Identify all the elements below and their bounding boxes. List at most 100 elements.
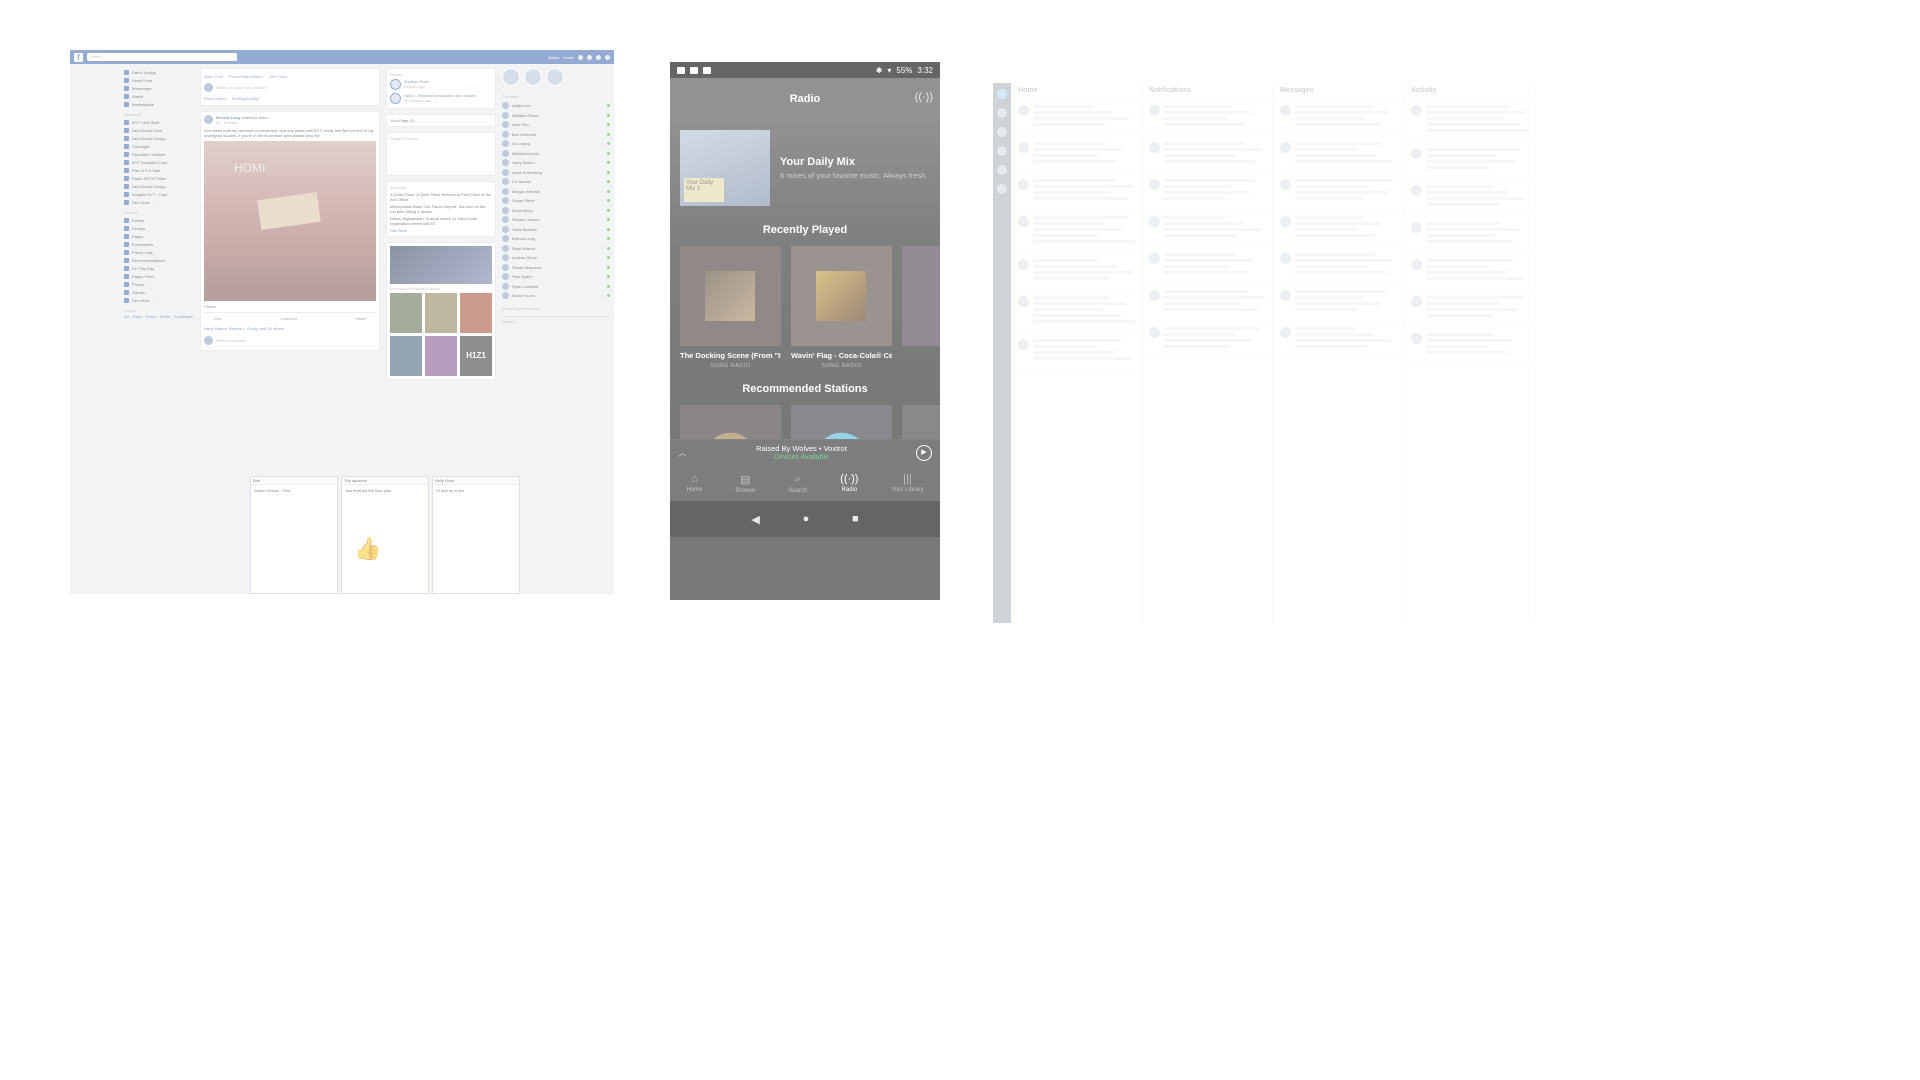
avatar[interactable] bbox=[1018, 179, 1029, 190]
facebook-logo-icon[interactable]: f bbox=[74, 52, 83, 62]
contact-item[interactable]: Susan Pinne bbox=[502, 196, 610, 206]
sidebar-item[interactable]: Messenger bbox=[124, 84, 194, 92]
post-action-button[interactable]: Comment bbox=[280, 316, 297, 321]
avatar[interactable] bbox=[1411, 148, 1422, 159]
composer-chip[interactable]: Feeling/Activity bbox=[232, 96, 259, 101]
explore-item[interactable]: Fundraisers bbox=[124, 240, 194, 248]
station-tile[interactable] bbox=[902, 405, 940, 439]
avatar[interactable] bbox=[1280, 179, 1291, 190]
comment-input[interactable]: Write a comment... bbox=[204, 333, 376, 347]
tab-search[interactable]: ⌕ Search bbox=[788, 473, 807, 494]
contact-item[interactable]: Alice Kim bbox=[502, 120, 610, 130]
tweet-item[interactable] bbox=[1405, 99, 1534, 142]
tweet-image[interactable] bbox=[1033, 240, 1135, 243]
contact-item[interactable]: Andrew Stone bbox=[502, 253, 610, 263]
tweet-item[interactable] bbox=[1143, 99, 1272, 136]
shortcuts-item[interactable]: New Media Desk bbox=[124, 126, 194, 134]
explore-item[interactable]: Events bbox=[124, 216, 194, 224]
trending-item[interactable]: Metropolitan Bank Cite Falcon Airport: S… bbox=[390, 204, 492, 214]
chat-search-input[interactable]: Search bbox=[502, 315, 610, 324]
avatar[interactable] bbox=[1280, 253, 1291, 264]
back-icon[interactable]: ◀ bbox=[751, 513, 759, 526]
tab-your-library[interactable]: ||| Your Library bbox=[891, 473, 923, 493]
avatar[interactable] bbox=[1149, 253, 1160, 264]
shortcuts-item[interactable]: NYT Accepted Cast bbox=[124, 158, 194, 166]
friend-requests-icon[interactable] bbox=[578, 54, 583, 60]
column-title[interactable]: Activity bbox=[1405, 83, 1534, 99]
avatar[interactable] bbox=[1411, 105, 1422, 116]
explore-item[interactable]: Pages Feed bbox=[124, 272, 194, 280]
recents-icon[interactable]: ■ bbox=[852, 513, 859, 525]
composer-input[interactable]: What's on your mind, Darch? bbox=[204, 80, 376, 94]
contact-item[interactable]: Ryan Lombard bbox=[502, 282, 610, 292]
compose-icon[interactable] bbox=[997, 108, 1007, 118]
recently-played-tile[interactable]: AR bbox=[902, 246, 940, 369]
explore-item[interactable]: See More... bbox=[124, 296, 194, 304]
avatar[interactable] bbox=[204, 115, 213, 124]
tweet-image[interactable]: FUTURE BLANK bbox=[1033, 320, 1135, 349]
tweet-item[interactable] bbox=[1012, 173, 1141, 210]
avatar[interactable] bbox=[1149, 105, 1160, 116]
explore-item[interactable]: Games bbox=[124, 288, 194, 296]
tweet-item[interactable] bbox=[1274, 247, 1403, 284]
game-tile[interactable] bbox=[425, 336, 457, 376]
composer-tab[interactable]: Photo/Video Album bbox=[229, 74, 263, 79]
chat-window-title[interactable]: Holly Rose bbox=[433, 477, 519, 485]
home-icon[interactable] bbox=[997, 146, 1007, 156]
story-item[interactable]: Marlene Rose 8 hours ago bbox=[390, 77, 492, 91]
explore-item[interactable]: On This Day bbox=[124, 264, 194, 272]
explore-item[interactable]: Recommendations bbox=[124, 256, 194, 264]
tab-radio[interactable]: ((·)) Radio bbox=[840, 473, 858, 493]
avatar[interactable] bbox=[1018, 339, 1029, 350]
tweet-item[interactable] bbox=[1012, 333, 1141, 370]
column-title[interactable]: Home bbox=[1012, 83, 1141, 99]
shortcuts-item[interactable]: Free & For Sale bbox=[124, 166, 194, 174]
avatar[interactable] bbox=[1280, 216, 1291, 227]
sidebar-profile[interactable]: Darch Ludiga bbox=[124, 68, 194, 76]
tweet-item[interactable] bbox=[1012, 136, 1141, 173]
chat-window[interactable]: Holly Rose I'll pick up a few bbox=[432, 476, 520, 594]
avatar[interactable] bbox=[1149, 179, 1160, 190]
avatar[interactable] bbox=[1411, 259, 1422, 270]
search-icon[interactable] bbox=[997, 127, 1007, 137]
tweet-item[interactable] bbox=[1274, 136, 1403, 173]
tab-home[interactable]: ⌂ Home bbox=[686, 473, 702, 493]
post-action-button[interactable]: Like bbox=[214, 316, 221, 321]
game-hero-image[interactable] bbox=[390, 246, 492, 284]
tweet-item[interactable] bbox=[1274, 99, 1403, 136]
tweetdeck-logo-icon[interactable] bbox=[997, 89, 1007, 99]
post-link-title[interactable]: Hiiamz bbox=[204, 304, 376, 309]
avatar[interactable] bbox=[1018, 296, 1029, 307]
help-icon[interactable] bbox=[605, 54, 610, 60]
contact-item[interactable]: Ben Holcomb bbox=[502, 130, 610, 140]
your-pages-card[interactable]: Your Page (1) bbox=[386, 114, 496, 127]
contact-item[interactable]: DJ Jacobs bbox=[502, 177, 610, 187]
contact-item[interactable]: Harry Barton bbox=[502, 158, 610, 168]
avatar[interactable] bbox=[1280, 290, 1291, 301]
avatar[interactable] bbox=[1149, 327, 1160, 338]
tab-browse[interactable]: ▤ Browse bbox=[735, 473, 755, 494]
contact-item[interactable]: Anna Rosenberg bbox=[502, 168, 610, 178]
tweet-image[interactable] bbox=[1426, 129, 1528, 132]
contact-item[interactable]: Brenda Long bbox=[502, 234, 610, 244]
recently-played-tile[interactable]: Wavin' Flag - Coca-Cola® Celebrati... SON… bbox=[791, 246, 892, 369]
avatar[interactable] bbox=[1280, 105, 1291, 116]
avatar[interactable] bbox=[1018, 142, 1029, 153]
tweet-item[interactable] bbox=[1143, 210, 1272, 247]
sidebar-item[interactable]: Marketplace bbox=[124, 100, 194, 108]
tweet-item[interactable] bbox=[1405, 142, 1534, 179]
chat-window[interactable]: Bob Studio Deluxe - Pets bbox=[250, 476, 338, 594]
game-tile[interactable] bbox=[390, 293, 422, 333]
notifications-icon[interactable] bbox=[596, 54, 601, 60]
composer-tab[interactable]: Live Video bbox=[269, 74, 288, 79]
tweet-item[interactable] bbox=[1405, 327, 1534, 364]
tweet-item[interactable] bbox=[1012, 210, 1141, 253]
explore-item[interactable]: Groups bbox=[124, 224, 194, 232]
tweet-item[interactable] bbox=[1274, 173, 1403, 210]
contact-item[interactable]: Mathias Dulock bbox=[502, 149, 610, 159]
explore-item[interactable]: Friend Lists bbox=[124, 248, 194, 256]
contact-item[interactable]: Ari Laying bbox=[502, 139, 610, 149]
home-button-icon[interactable]: ● bbox=[803, 513, 810, 525]
tweet-item[interactable] bbox=[1143, 284, 1272, 321]
avatar[interactable] bbox=[1018, 216, 1029, 227]
